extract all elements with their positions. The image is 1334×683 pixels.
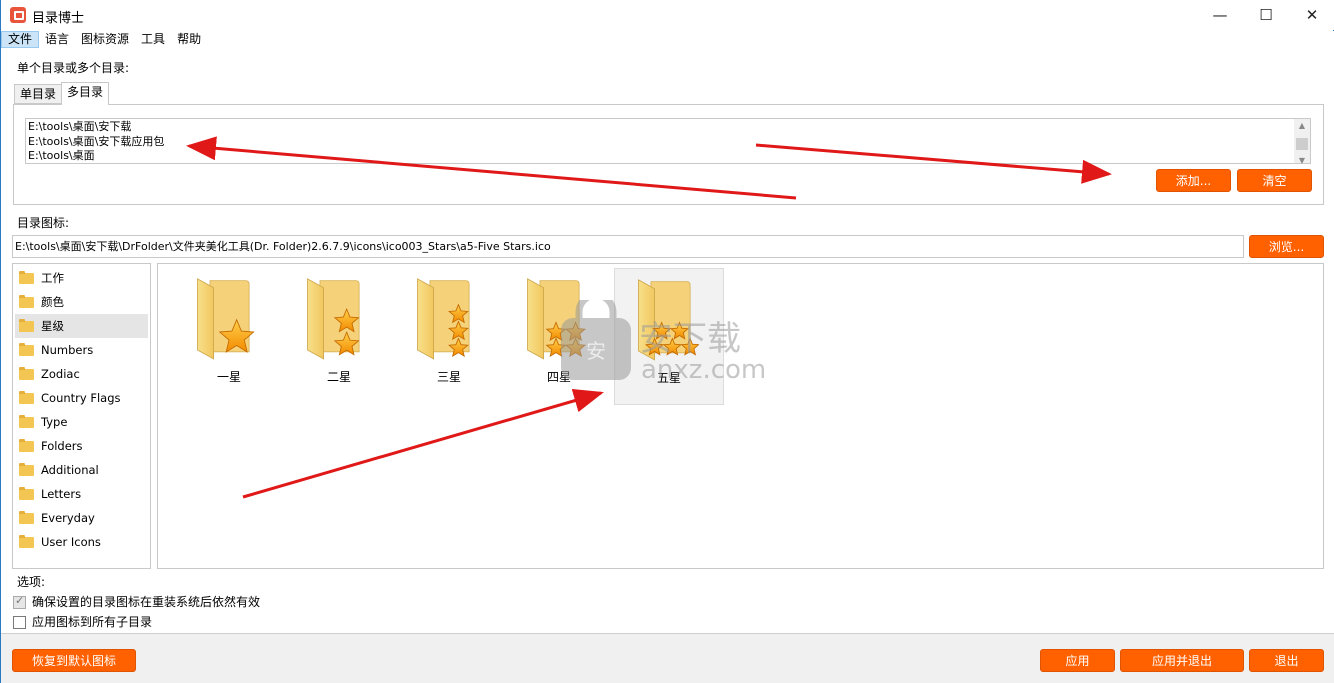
category-label: 颜色 [41, 295, 64, 309]
folder-icon [19, 342, 34, 356]
category-item[interactable]: 颜色 [13, 290, 150, 314]
icon-label: 三星 [436, 370, 461, 384]
category-label: Zodiac [41, 367, 80, 381]
options-label: 选项: [17, 575, 46, 589]
folder-icon [19, 486, 34, 500]
icon-panel: 一星 二星 三星 四星 五星 [157, 263, 1324, 569]
directories-label: 单个目录或多个目录: [17, 61, 130, 75]
tab-single-directory[interactable]: 单目录 [14, 84, 63, 104]
category-item[interactable]: Zodiac [13, 362, 150, 386]
star-folder-icon [638, 279, 699, 361]
category-label: Folders [41, 439, 83, 453]
folder-icon [19, 438, 34, 452]
folder-icon [19, 534, 34, 548]
category-label: Numbers [41, 343, 94, 357]
category-item[interactable]: Everyday [13, 506, 150, 530]
icon-label: 二星 [326, 370, 351, 384]
option-label: 确保设置的目录图标在重装系统后依然有效 [32, 595, 261, 609]
apply-and-exit-button[interactable]: 应用并退出 [1120, 649, 1244, 672]
directory-line: E:\tools\桌面\安下载 [28, 120, 132, 133]
category-item[interactable]: Numbers [13, 338, 150, 362]
option-label: 应用图标到所有子目录 [32, 615, 153, 629]
restore-default-button[interactable]: 恢复到默认图标 [12, 649, 136, 672]
window-title: 目录博士 [32, 11, 85, 26]
directory-line: E:\tools\桌面 [28, 149, 95, 162]
folder-icon [19, 462, 34, 476]
icon-tile[interactable]: 三星 [394, 268, 504, 405]
menu-help[interactable]: 帮助 [171, 31, 207, 48]
icon-tile[interactable]: 四星 [504, 268, 614, 405]
category-label: Additional [41, 463, 99, 477]
icon-label: 四星 [546, 370, 571, 384]
close-icon[interactable]: ✕ [1289, 0, 1334, 30]
icon-tile[interactable]: 一星 [174, 268, 284, 405]
app-icon [10, 7, 26, 23]
option-apply-to-subdirectories[interactable]: 应用图标到所有子目录 [13, 613, 152, 630]
clear-button[interactable]: 清空 [1237, 169, 1312, 192]
category-item[interactable]: Folders [13, 434, 150, 458]
category-label: 工作 [41, 271, 64, 285]
star-folder-icon [417, 278, 470, 360]
browse-button[interactable]: 浏览... [1249, 235, 1324, 258]
icon-path-input[interactable]: E:\tools\桌面\安下载\DrFolder\文件夹美化工具(Dr. Fol… [12, 235, 1244, 258]
maximize-icon[interactable]: ☐ [1243, 0, 1289, 30]
category-label: User Icons [41, 535, 101, 549]
category-label: Letters [41, 487, 82, 501]
apply-button[interactable]: 应用 [1040, 649, 1115, 672]
star-folder-icon [307, 278, 360, 360]
folder-icon [19, 390, 34, 404]
icon-label: 一星 [216, 370, 241, 384]
icon-tile[interactable]: 五星 [614, 268, 724, 405]
tab-multiple-directories[interactable]: 多目录 [61, 82, 110, 105]
title-bar: 目录博士 — ☐ ✕ [1, 0, 1334, 30]
category-item[interactable]: Additional [13, 458, 150, 482]
menu-tools[interactable]: 工具 [135, 31, 171, 48]
folder-icon [19, 318, 34, 332]
menu-icon-resources[interactable]: 图标资源 [75, 31, 135, 48]
checkbox-unchecked[interactable] [13, 616, 26, 629]
exit-button[interactable]: 退出 [1249, 649, 1324, 672]
icon-tile[interactable]: 二星 [284, 268, 394, 405]
minimize-icon[interactable]: — [1197, 0, 1243, 30]
category-label: Everyday [41, 511, 95, 525]
category-item[interactable]: Letters [13, 482, 150, 506]
directories-textarea[interactable]: E:\tools\桌面\安下载 E:\tools\桌面\安下载应用包 E:\to… [25, 118, 1311, 165]
category-label: Type [41, 415, 68, 429]
menu-bar: 文件 语言 图标资源 工具 帮助 [1, 31, 1334, 48]
folder-icon [19, 510, 34, 524]
category-item[interactable]: 工作 [13, 266, 150, 290]
option-persist-after-reinstall[interactable]: 确保设置的目录图标在重装系统后依然有效 [13, 593, 260, 610]
menu-file[interactable]: 文件 [1, 31, 40, 48]
category-item[interactable]: Country Flags [13, 386, 150, 410]
folder-icon [19, 294, 34, 308]
category-label: Country Flags [41, 391, 121, 405]
folder-icon [19, 414, 34, 428]
category-item[interactable]: 星级 [15, 314, 148, 338]
add-button[interactable]: 添加... [1156, 169, 1231, 192]
textarea-scrollbar[interactable]: ▲ ▼ [1294, 119, 1310, 165]
category-list: 工作颜色星级 Numbers Zodiac Country Flags Type Fold… [12, 263, 151, 569]
category-label: 星级 [41, 319, 64, 333]
category-item[interactable]: Type [13, 410, 150, 434]
menu-language[interactable]: 语言 [39, 31, 75, 48]
category-item[interactable]: User Icons [13, 530, 150, 554]
directory-line: E:\tools\桌面\安下载应用包 [28, 134, 165, 148]
folder-icon [19, 366, 34, 380]
icon-label: 五星 [656, 371, 681, 385]
star-folder-icon [527, 278, 587, 360]
star-folder-icon [197, 278, 255, 360]
folder-icon [19, 270, 34, 284]
checkbox-checked[interactable] [13, 594, 26, 609]
icon-label: 目录图标: [17, 216, 70, 230]
